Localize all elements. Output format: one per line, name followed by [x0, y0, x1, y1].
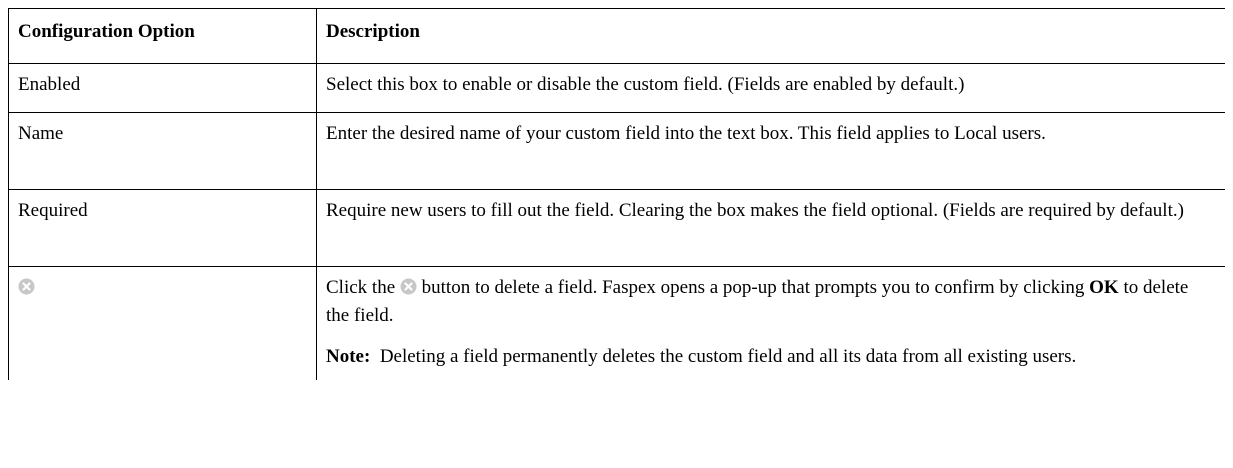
description-cell-name: Enter the desired name of your custom fi… [316, 112, 1225, 190]
configuration-options-table: Configuration Option Description Enabled… [8, 8, 1225, 380]
table-row: Enabled Select this box to enable or dis… [8, 63, 1225, 113]
delete-circle-x-icon [400, 278, 417, 295]
note-paragraph: Note: Deleting a field permanently delet… [326, 343, 1216, 371]
option-cell-delete [8, 266, 317, 380]
delete-circle-x-icon [18, 278, 35, 295]
table-row: Required Require new users to fill out t… [8, 189, 1225, 267]
description-cell-enabled: Select this box to enable or disable the… [316, 63, 1225, 113]
table-row-delete: Click the button to delete a field. Fasp… [8, 266, 1225, 380]
configuration-table-container: Configuration Option Description Enabled… [8, 8, 1225, 468]
table-header-row: Configuration Option Description [8, 8, 1225, 64]
option-cell-enabled: Enabled [8, 63, 317, 113]
delete-text-before-icon: Click the [326, 277, 396, 298]
delete-instruction-paragraph: Click the button to delete a field. Fasp… [326, 274, 1216, 330]
ok-label: OK [1089, 277, 1119, 298]
delete-text-after-icon: button to delete a field. Faspex opens a… [416, 277, 1090, 298]
note-text: Deleting a field permanently deletes the… [370, 346, 1077, 367]
table-row: Name Enter the desired name of your cust… [8, 112, 1225, 190]
header-description: Description [316, 8, 1225, 64]
option-cell-required: Required [8, 189, 317, 267]
option-cell-name: Name [8, 112, 317, 190]
description-cell-required: Require new users to fill out the field.… [316, 189, 1225, 267]
description-cell-delete: Click the button to delete a field. Fasp… [316, 266, 1225, 380]
note-label: Note: [326, 346, 371, 367]
header-configuration-option: Configuration Option [8, 8, 317, 64]
